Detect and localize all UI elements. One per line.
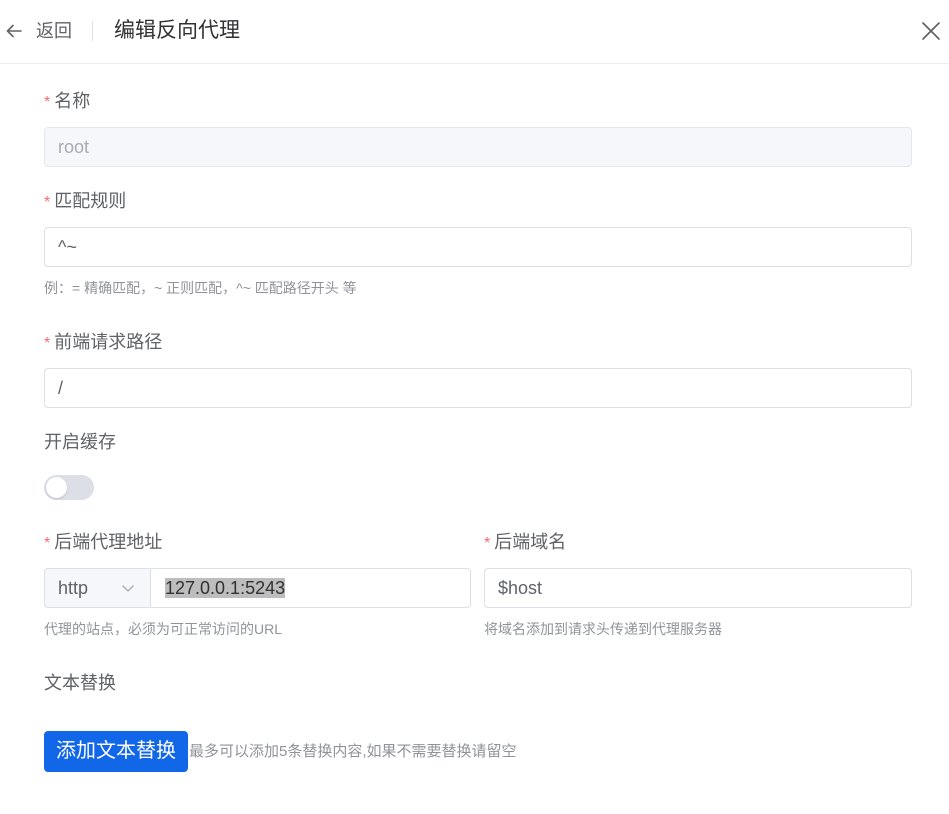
backend-address-value: 127.0.0.1:5243 [165,578,286,598]
scheme-value: http [58,578,89,598]
cache-toggle[interactable] [44,475,94,500]
required-mark: * [44,194,51,211]
close-icon[interactable] [920,20,942,42]
name-input[interactable]: root [44,127,912,167]
backend-host-label: * 后端域名 [484,532,567,552]
back-label: 返回 [36,21,72,41]
match-rule-label: * 匹配规则 [44,191,127,211]
name-label: * 名称 [44,91,91,111]
drawer-header: 返回 编辑反向代理 [0,0,949,64]
backend-host-help: 将域名添加到请求头传递到代理服务器 [484,621,722,637]
header-divider [92,21,93,41]
required-mark: * [44,535,51,552]
required-mark: * [44,335,51,352]
frontend-path-label: * 前端请求路径 [44,332,163,352]
match-rule-help: 例：= 精确匹配，~ 正则匹配，^~ 匹配路径开头 等 [44,280,357,296]
backend-address-input[interactable]: 127.0.0.1:5243 [150,568,471,608]
match-rule-input[interactable]: ^~ [44,227,912,267]
back-button[interactable]: 返回 [4,18,72,44]
text-replace-label: 文本替换 [44,673,116,693]
backend-host-input[interactable]: $host [484,568,912,608]
toggle-knob [46,477,67,498]
page-title: 编辑反向代理 [114,19,240,42]
cache-label: 开启缓存 [44,432,116,452]
scheme-select[interactable]: http [44,568,151,608]
add-text-replace-button[interactable]: 添加文本替换 [44,731,188,772]
chevron-down-icon [122,585,134,592]
text-replace-hint: 最多可以添加5条替换内容,如果不需要替换请留空 [189,743,517,760]
required-mark: * [44,94,51,111]
backend-address-help: 代理的站点，必须为可正常访问的URL [44,621,283,637]
arrow-left-icon [6,24,22,38]
frontend-path-input[interactable]: / [44,368,912,408]
backend-address-label: * 后端代理地址 [44,532,163,552]
required-mark: * [484,535,491,552]
